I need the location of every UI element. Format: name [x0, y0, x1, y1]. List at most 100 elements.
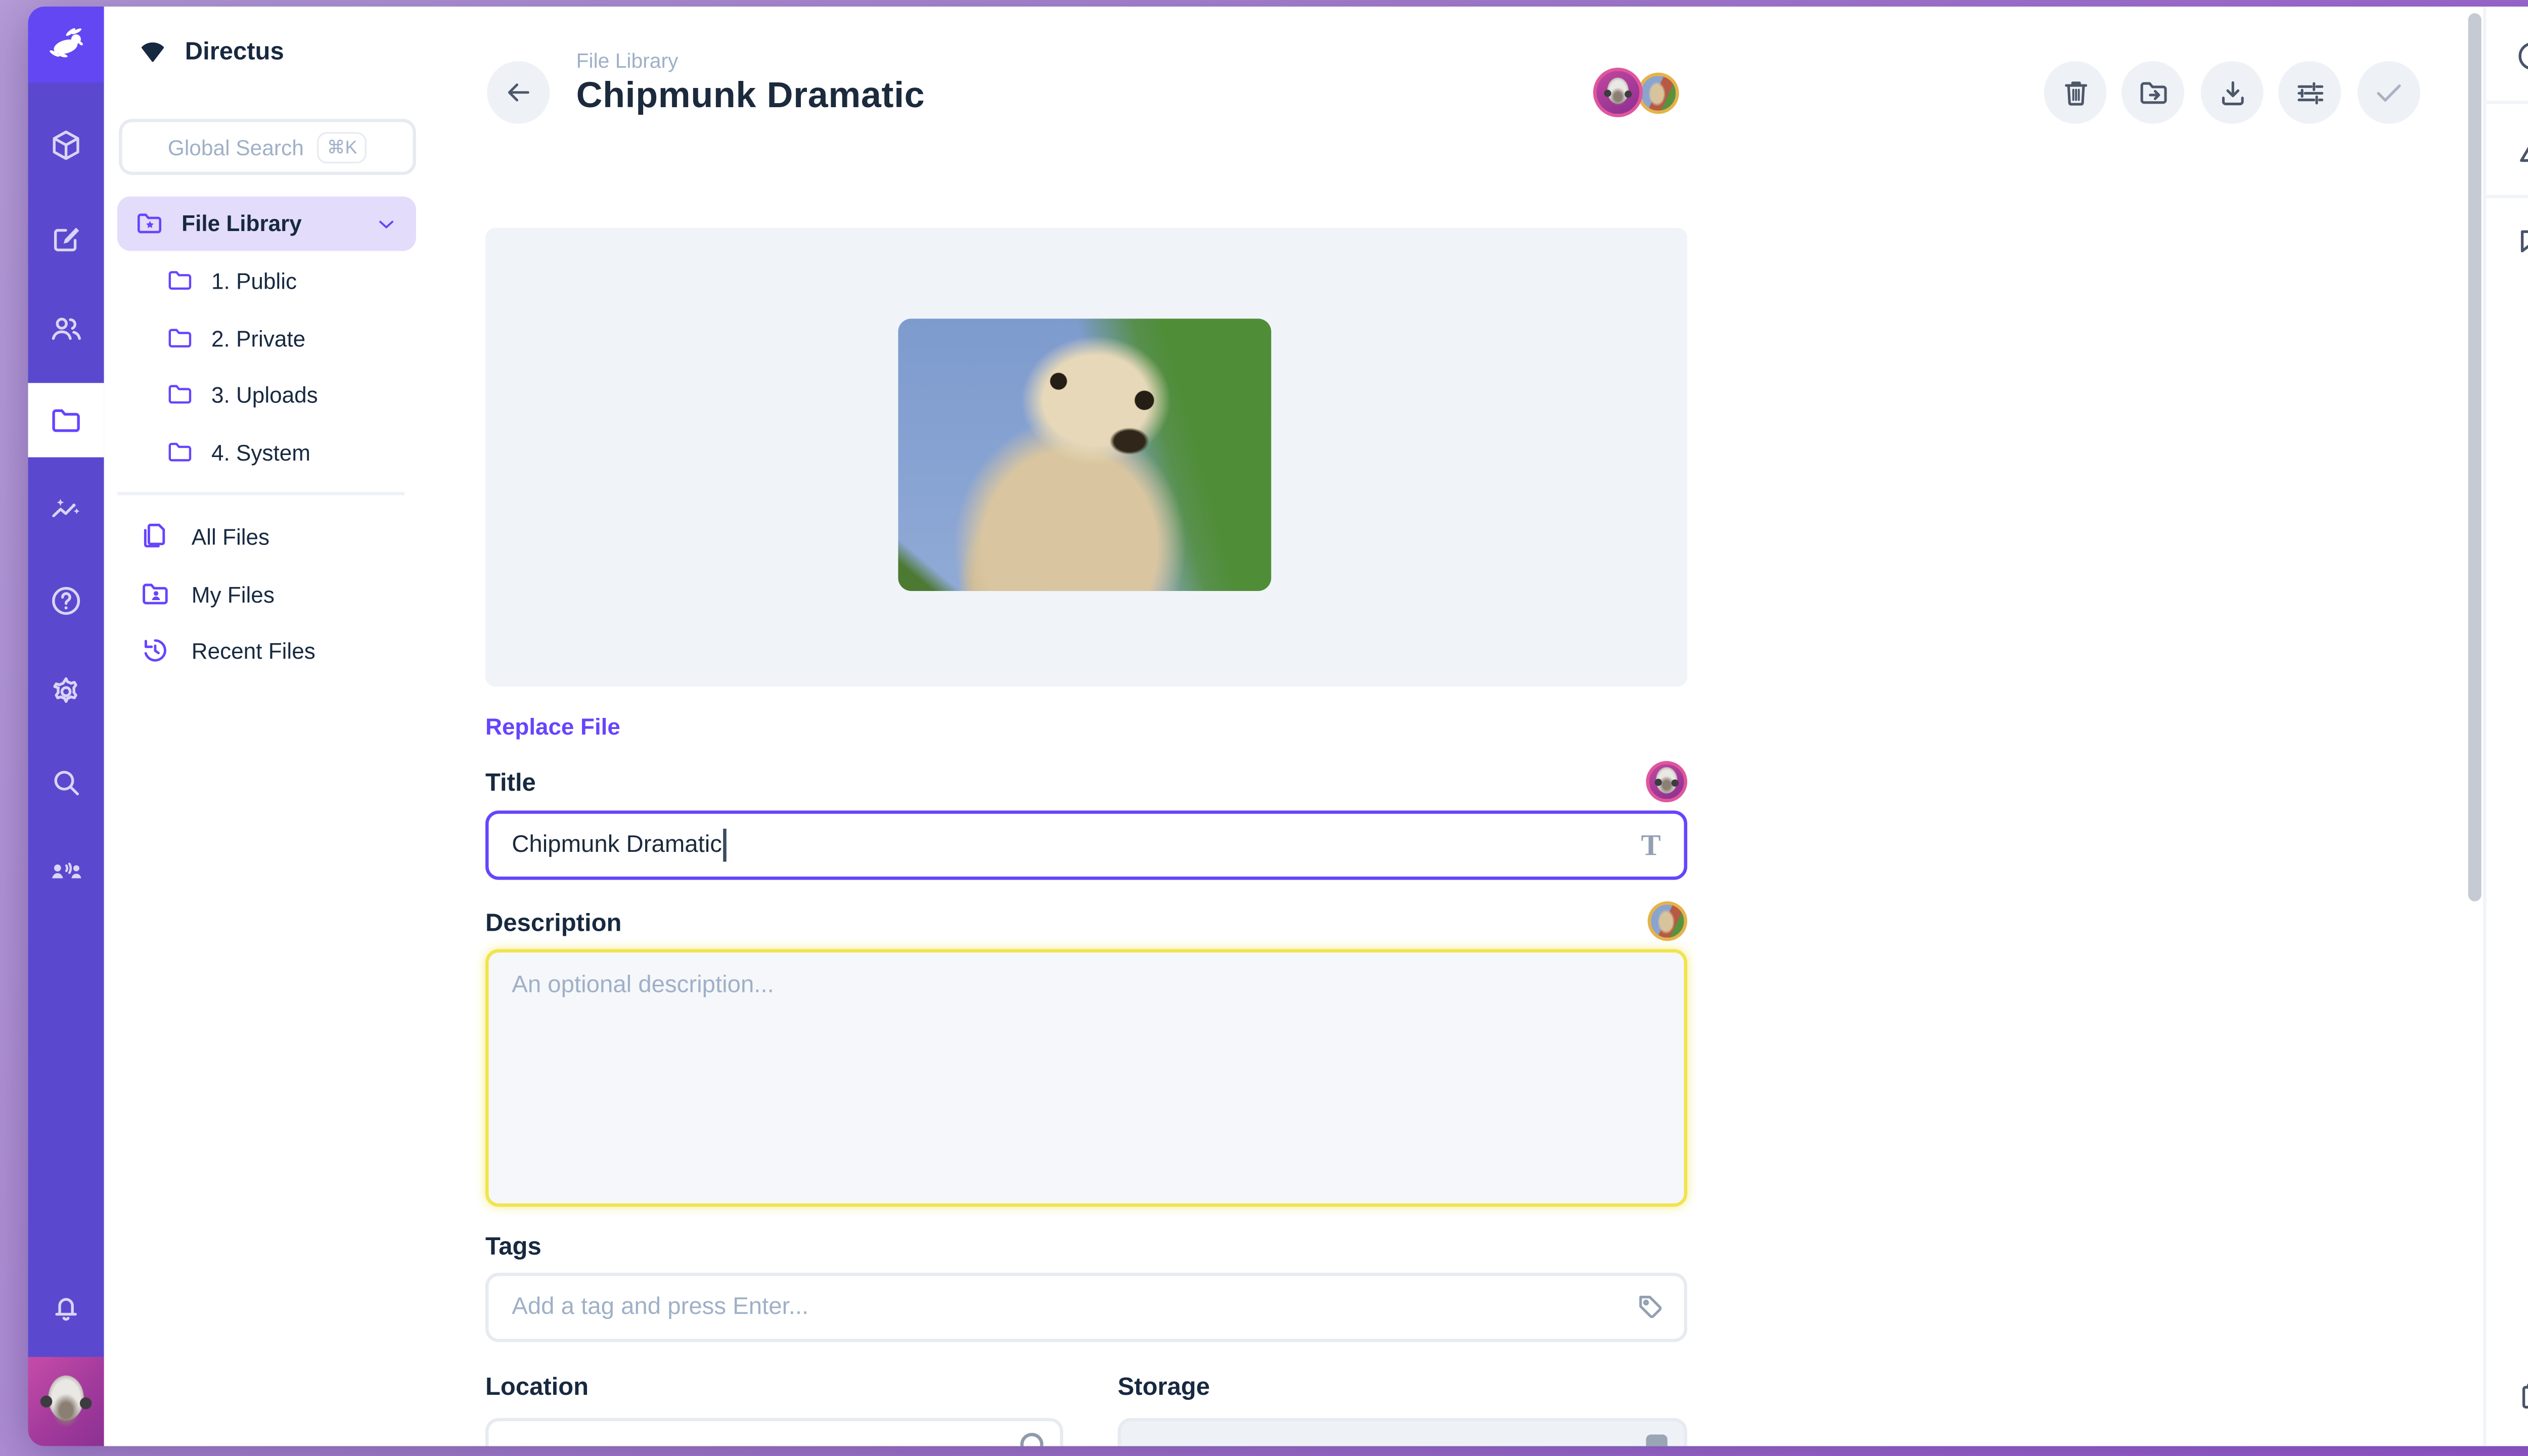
nav-divider [117, 492, 404, 495]
nav-folder-uploads[interactable]: 3. Uploads [165, 372, 318, 418]
info-icon[interactable] [2514, 38, 2528, 74]
nav-link-label: My Files [192, 582, 275, 607]
title-input[interactable]: Chipmunk Dramatic T [485, 810, 1687, 880]
location-input[interactable] [485, 1418, 1063, 1446]
chipmunk-image[interactable] [898, 318, 1271, 591]
description-textarea[interactable] [485, 949, 1687, 1207]
folder-move-icon [2136, 75, 2171, 110]
presence-avatar-chipmunk[interactable] [1638, 73, 1679, 114]
activity-clipboard-icon[interactable] [2514, 1379, 2528, 1415]
nav-folder-label: 3. Uploads [211, 382, 318, 407]
global-search-input[interactable]: Global Search ⌘K [119, 119, 416, 175]
folder-icon [165, 437, 195, 467]
folder-icon [165, 324, 195, 353]
folder-star-icon [133, 208, 165, 239]
module-file-library[interactable] [28, 383, 104, 458]
right-sidebar: 1 [2483, 7, 2528, 1446]
folder-icon [48, 402, 84, 438]
module-insights[interactable] [28, 474, 104, 547]
presence-avatar-man[interactable] [1593, 68, 1643, 117]
field-presence-avatar-man [1646, 761, 1688, 802]
nav-item-my-files[interactable]: My Files [139, 571, 275, 617]
module-help[interactable] [28, 565, 104, 638]
tag-icon [1633, 1289, 1667, 1324]
save-button[interactable] [2358, 61, 2420, 124]
bell-icon [48, 1291, 84, 1327]
notifications-icon[interactable] [2514, 132, 2528, 168]
insights-icon [48, 492, 84, 528]
project-header[interactable]: Directus [137, 36, 284, 68]
nav-folder-public[interactable]: 1. Public [165, 257, 297, 303]
text-caret [724, 829, 726, 861]
tune-icon [2292, 75, 2327, 110]
box-icon [48, 127, 84, 163]
replace-file-link[interactable]: Replace File [485, 713, 620, 740]
sidebar-divider [2487, 195, 2528, 198]
location-field-label: Location [485, 1374, 589, 1402]
nav-item-recent-files[interactable]: Recent Files [139, 627, 315, 673]
download-icon [2215, 75, 2249, 110]
page-title: Chipmunk Dramatic [576, 74, 925, 117]
title-input-value: Chipmunk Dramatic [512, 832, 722, 858]
storage-input [1118, 1418, 1688, 1446]
title-format-icon: T [1641, 828, 1661, 863]
field-presence-avatar-chipmunk [1648, 901, 1687, 941]
storage-field-label: Storage [1118, 1374, 1210, 1402]
nav-item-label: File Library [182, 211, 356, 236]
nav-folder-system[interactable]: 4. System [165, 429, 310, 475]
delete-button[interactable] [2044, 61, 2106, 124]
notifications-bell-button[interactable] [28, 1273, 104, 1346]
nav-item-all-files[interactable]: All Files [139, 514, 269, 560]
main-content: File Library Chipmunk Dramatic Replace F… [431, 7, 2483, 1446]
project-fan-logo-icon [137, 36, 168, 68]
search-shortcut-badge: ⌘K [317, 131, 367, 163]
search-icon [48, 764, 84, 801]
folder-person-icon [139, 578, 171, 611]
nav-folder-label: 1. Public [211, 268, 297, 293]
people-voice-icon [48, 853, 84, 890]
chevron-down-icon[interactable] [373, 210, 399, 237]
directus-app-window: Directus Global Search ⌘K File Library 1… [28, 7, 2528, 1446]
file-preview-panel[interactable] [485, 228, 1687, 687]
move-to-folder-button[interactable] [2121, 61, 2184, 124]
vertical-scrollbar[interactable] [2468, 13, 2481, 901]
directus-logo-tile[interactable] [28, 7, 104, 82]
gear-icon [48, 673, 84, 710]
tags-input[interactable] [485, 1273, 1687, 1342]
sidebar-divider [2487, 101, 2528, 104]
breadcrumb[interactable]: File Library [576, 50, 679, 73]
comments-icon[interactable] [2514, 223, 2528, 259]
tags-field-label: Tags [485, 1233, 541, 1261]
module-settings[interactable] [28, 655, 104, 728]
back-button[interactable] [487, 61, 550, 124]
global-search-placeholder: Global Search [168, 134, 304, 159]
help-icon [48, 583, 84, 619]
download-button[interactable] [2201, 61, 2264, 124]
project-name: Directus [185, 38, 284, 66]
current-user-avatar[interactable] [28, 1357, 104, 1446]
folder-icon [165, 380, 195, 410]
check-icon [2371, 74, 2407, 111]
nav-link-label: All Files [192, 524, 269, 549]
trash-icon [2058, 75, 2093, 110]
module-people-voice[interactable] [28, 835, 104, 908]
description-field-label: Description [485, 909, 621, 938]
nav-item-file-library[interactable]: File Library [117, 197, 416, 251]
edit-options-button[interactable] [2278, 61, 2341, 124]
module-editor[interactable] [28, 203, 104, 276]
arrow-left-icon [502, 76, 535, 109]
storage-box-icon [1646, 1435, 1667, 1446]
module-bar [28, 7, 104, 1446]
desktop-background: Directus Global Search ⌘K File Library 1… [0, 0, 2528, 1456]
module-search[interactable] [28, 746, 104, 819]
rabbit-logo-icon [44, 23, 87, 66]
module-content[interactable] [28, 109, 104, 182]
nav-folder-private[interactable]: 2. Private [165, 315, 306, 361]
my-location-icon [1020, 1433, 1044, 1446]
folder-icon [165, 266, 195, 296]
module-users[interactable] [28, 292, 104, 365]
edit-icon [48, 221, 84, 258]
users-icon [48, 310, 84, 347]
nav-link-label: Recent Files [192, 638, 315, 663]
title-field-label: Title [485, 769, 536, 798]
